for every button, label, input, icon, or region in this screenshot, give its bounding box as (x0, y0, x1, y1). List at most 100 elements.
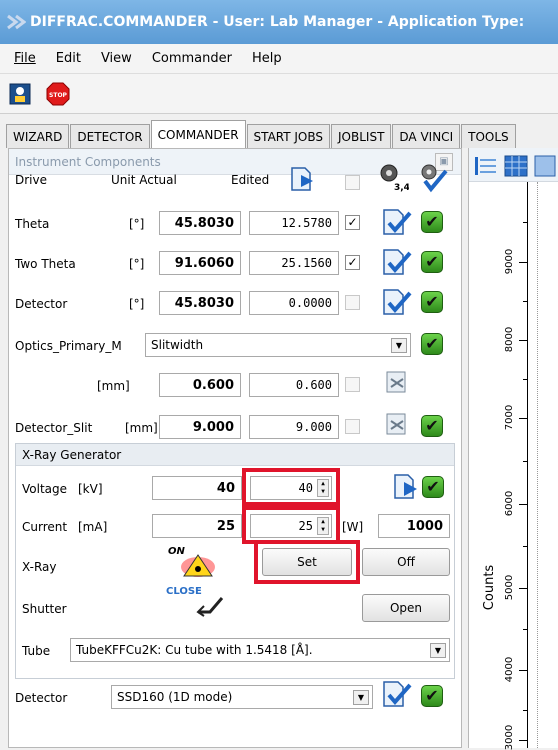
y-minor-tick (523, 629, 527, 630)
detector-select[interactable]: SSD160 (1D mode) ▼ (111, 685, 373, 709)
tab-wizard[interactable]: WIZARD (6, 124, 70, 148)
stop-button[interactable]: STOP (46, 82, 70, 106)
detector-slit-edited-input[interactable]: 9.000 (249, 415, 339, 439)
two-theta-checkbox[interactable]: ✓ (345, 255, 360, 270)
tab-joblist[interactable]: JOBLIST (331, 124, 392, 148)
voltage-label: Voltage (22, 482, 68, 496)
optics-checkbox[interactable] (345, 377, 360, 392)
tab-start-jobs[interactable]: START JOBS (246, 124, 331, 148)
menu-help[interactable]: Help (252, 51, 282, 66)
optics-edited-input[interactable]: 0.600 (249, 373, 339, 397)
plot-panel: 9000 8000 7000 6000 5000 4000 3000 Count… (468, 148, 558, 750)
voltage-unit: [kV] (78, 482, 103, 496)
two-theta-apply-icon[interactable] (381, 247, 413, 277)
tab-da-vinci[interactable]: DA VINCI (392, 124, 461, 148)
y-minor-tick (523, 301, 527, 302)
detector-label: Detector (15, 297, 68, 311)
two-theta-status-ok-icon: ✔ (421, 251, 443, 273)
two-theta-actual-value: 91.6060 (159, 251, 241, 275)
optics-select[interactable]: Slitwidth ▼ (145, 333, 411, 357)
shutter-arrow-icon (196, 597, 224, 617)
detector-checkbox[interactable] (345, 295, 360, 310)
menu-bar: File Edit View Commander Help (0, 44, 558, 74)
panel-title: Instrument Components (15, 154, 161, 169)
xray-on-indicator: ON (168, 546, 228, 578)
power-unit: [W] (342, 520, 364, 534)
tab-commander[interactable]: COMMANDER (150, 120, 246, 148)
unit-actual-header: Unit Actual (111, 173, 177, 187)
y-tick-label-5000: 5000 (504, 574, 516, 601)
theta-unit: [°] (129, 217, 145, 231)
plot-toolbar (469, 148, 558, 182)
menu-view[interactable]: View (101, 51, 132, 66)
chevron-down-icon: ▼ (391, 338, 407, 353)
optics-apply-disabled-icon[interactable] (381, 367, 413, 397)
y-minor-tick (523, 710, 527, 711)
shutter-label: Shutter (22, 602, 67, 616)
theta-actual-value: 45.8030 (159, 211, 241, 235)
detector-select-label: Detector (15, 691, 68, 705)
detector-slit-status-ok-icon: ✔ (421, 415, 443, 437)
apply-all-icon[interactable] (289, 165, 317, 193)
login-button[interactable] (8, 82, 32, 106)
y-minor-tick (523, 546, 527, 547)
detector-slit-checkbox[interactable] (345, 419, 360, 434)
off-button[interactable]: Off (362, 548, 450, 576)
y-tick-4000 (519, 670, 527, 671)
detector-slit-unit: [mm] (125, 421, 158, 435)
menu-file[interactable]: File (14, 51, 36, 66)
two-theta-edited-input[interactable]: 25.1560 (249, 251, 339, 275)
current-actual-value: 25 (152, 514, 242, 538)
user-login-icon (9, 83, 31, 104)
step-value-label: 3,45 (394, 183, 409, 193)
xray-generator-title: X-Ray Generator (16, 444, 454, 466)
y-minor-tick (523, 222, 527, 223)
open-button[interactable]: Open (362, 594, 450, 622)
zoom-view-icon[interactable] (533, 154, 557, 178)
stop-sign-icon: STOP (46, 82, 70, 105)
gear-check-icon[interactable] (419, 163, 449, 193)
detector-status-ok-icon: ✔ (421, 291, 443, 313)
menu-commander[interactable]: Commander (152, 51, 232, 66)
tab-bar: WIZARD DETECTOR COMMANDER START JOBS JOB… (0, 118, 558, 148)
xray-apply-icon[interactable] (392, 472, 422, 502)
chevron-down-icon: ▼ (430, 643, 446, 658)
theta-status-ok-icon: ✔ (421, 211, 443, 233)
window-title-bar: DIFFRAC.COMMANDER - User: Lab Manager - … (0, 0, 558, 44)
theta-edited-input[interactable]: 12.5780 (249, 211, 339, 235)
optics-select-value: Slitwidth (151, 338, 204, 352)
voltage-highlight (242, 468, 340, 506)
detector-slit-label: Detector_Slit (15, 421, 93, 435)
detector-select-value: SSD160 (1D mode) (117, 690, 233, 704)
y-tick-5000 (519, 588, 527, 589)
list-view-icon[interactable] (473, 154, 499, 178)
detector-edited-input[interactable]: 0.0000 (249, 291, 339, 315)
grid-view-icon[interactable] (503, 154, 529, 178)
theta-checkbox[interactable]: ✓ (345, 215, 360, 230)
drive-header: Drive (15, 173, 47, 187)
tab-tools[interactable]: TOOLS (461, 124, 516, 148)
y-tick-label-9000: 9000 (504, 248, 516, 275)
y-tick-9000 (519, 262, 527, 263)
tab-detector[interactable]: DETECTOR (70, 124, 150, 148)
tube-label: Tube (22, 644, 51, 658)
detector-select-apply-icon[interactable] (381, 679, 413, 709)
step-settings-icon[interactable]: 3,45 (379, 163, 409, 193)
tube-select[interactable]: TubeKFFCu2K: Cu tube with 1.5418 [Å]. ▼ (70, 638, 450, 662)
detector-apply-icon[interactable] (381, 287, 413, 317)
edited-header: Edited (231, 173, 270, 187)
y-tick-label-8000: 8000 (504, 326, 516, 353)
power-value: 1000 (378, 514, 450, 538)
y-tick-7000 (519, 418, 527, 419)
theta-apply-icon[interactable] (381, 207, 413, 237)
two-theta-label: Two Theta (15, 257, 76, 271)
select-all-checkbox[interactable] (345, 175, 360, 190)
detector-slit-apply-disabled-icon[interactable] (381, 409, 413, 439)
app-logo-icon (7, 14, 26, 30)
current-label: Current (22, 520, 68, 534)
optics-actual-value: 0.600 (159, 373, 241, 397)
detector-unit: [°] (129, 297, 145, 311)
y-minor-tick (523, 461, 527, 462)
y-tick-6000 (519, 504, 527, 505)
menu-edit[interactable]: Edit (56, 51, 81, 66)
